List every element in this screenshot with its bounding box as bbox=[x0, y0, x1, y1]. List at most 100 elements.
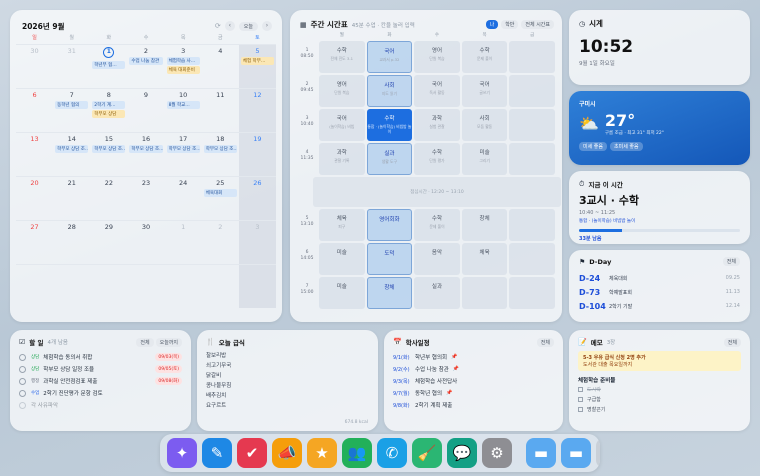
timetable-cell[interactable]: 국어 독서 활동 bbox=[414, 75, 460, 107]
timetable-cell[interactable]: 수학 문제 풀이 bbox=[414, 209, 460, 241]
calendar-day[interactable]: 10 8월 학교… bbox=[164, 88, 202, 132]
calendar-event[interactable]: 동학년 협의 bbox=[55, 101, 89, 109]
todo-item[interactable]: 각 사유파악 bbox=[19, 399, 182, 411]
timetable-cell[interactable]: 수학 통합 · (놀이학습) 비빔밥 놀이 bbox=[366, 109, 413, 141]
calendar-day[interactable]: 1 bbox=[164, 220, 202, 264]
memo-check-item[interactable]: 구급함 bbox=[578, 394, 741, 404]
calendar-day[interactable]: 3 bbox=[238, 220, 276, 264]
calendar-day[interactable]: 1 학년부 협… bbox=[90, 44, 128, 88]
calendar-event[interactable]: 체험학습 사… bbox=[166, 57, 200, 65]
calendar-event[interactable]: 체육 대회준비 bbox=[166, 66, 200, 74]
timetable-cell[interactable]: 음악 bbox=[414, 243, 460, 275]
calendar-day[interactable]: 24 bbox=[164, 176, 202, 220]
timetable-cell[interactable]: 국어 교과서 p.32 bbox=[366, 41, 413, 73]
calendar-day[interactable]: 8 2학기 계… 학부모 상담 bbox=[90, 88, 128, 132]
prev-month-button[interactable]: ‹ bbox=[224, 21, 235, 31]
timetable-cell[interactable]: 미술 bbox=[319, 243, 365, 275]
calendar-day[interactable]: 18 학부모 상담 조… bbox=[201, 132, 239, 176]
people-icon[interactable]: 👥 bbox=[342, 438, 372, 468]
calendar-event[interactable]: 수업 나눔 참관 bbox=[129, 57, 163, 65]
calendar-event[interactable]: 체육대회 bbox=[203, 189, 237, 197]
schedule-item[interactable]: 9/8(화) 2학기 계획 제출 bbox=[393, 399, 554, 411]
calendar-event[interactable]: 학부모 상담 조… bbox=[203, 145, 237, 153]
timetable-cell[interactable] bbox=[509, 75, 555, 107]
pen-icon[interactable]: ✎ bbox=[202, 438, 232, 468]
schedule-all-button[interactable]: 전체 bbox=[536, 337, 554, 347]
timetable-cell[interactable]: 미술 그리기 bbox=[461, 143, 508, 175]
calendar-day[interactable]: 7 동학년 협의 bbox=[53, 88, 91, 132]
calendar-day[interactable]: 20 bbox=[16, 176, 54, 220]
checkbox[interactable] bbox=[19, 365, 26, 373]
calendar-day[interactable]: 30 bbox=[16, 44, 54, 88]
calendar-day[interactable]: 21 bbox=[53, 176, 91, 220]
calendar-day[interactable]: 15 학부모 상담 조… bbox=[90, 132, 128, 176]
star-icon[interactable]: ★ bbox=[307, 438, 337, 468]
checkbox[interactable] bbox=[578, 396, 583, 402]
calendar-day[interactable]: 26 bbox=[238, 176, 276, 220]
trash-icon[interactable]: 🗑 bbox=[596, 438, 600, 468]
checkbox[interactable] bbox=[19, 377, 26, 385]
calendar-day[interactable]: 3 체험학습 사… 체육 대회준비 bbox=[164, 44, 202, 88]
timetable-cell[interactable]: 수학 문제 풀이 bbox=[461, 41, 508, 73]
timetable-cell[interactable]: 도덕 bbox=[366, 243, 413, 275]
todo-tab-due[interactable]: 오늘까지 bbox=[155, 337, 182, 347]
todo-item[interactable]: 상담 체험학습 동의서 취합 09/03(목) bbox=[19, 351, 182, 363]
timetable-cell[interactable]: 영어회화 bbox=[366, 209, 413, 241]
todo-tab-all[interactable]: 전체 bbox=[136, 337, 154, 347]
timetable-cell[interactable] bbox=[509, 41, 555, 73]
calendar-day[interactable] bbox=[238, 264, 276, 308]
dday-item[interactable]: D-73 학예발표회 11.13 bbox=[579, 285, 740, 299]
calendar-day[interactable] bbox=[90, 264, 128, 308]
megaphone-icon[interactable]: 📣 bbox=[272, 438, 302, 468]
calendar-event[interactable]: 체험 학부… bbox=[240, 57, 274, 65]
folder-icon[interactable]: ▬ bbox=[561, 438, 591, 468]
calendar-day[interactable]: 4 bbox=[201, 44, 239, 88]
timetable-cell[interactable]: 체육 bbox=[461, 243, 508, 275]
toggle-me[interactable]: 나 bbox=[485, 20, 499, 29]
calendar-event[interactable]: 8월 학교… bbox=[166, 101, 200, 109]
schedule-item[interactable]: 9/7(월) 동학년 협의 📌 bbox=[393, 387, 554, 399]
timetable-cell[interactable]: 사회 모둠 활동 bbox=[461, 109, 508, 141]
timetable-cell[interactable]: 창체 bbox=[366, 277, 413, 309]
calendar-day[interactable]: 11 bbox=[201, 88, 239, 132]
calendar-day[interactable]: 12 bbox=[238, 88, 276, 132]
calendar-day[interactable] bbox=[127, 264, 165, 308]
calendar-day[interactable]: 28 bbox=[53, 220, 91, 264]
calendar-day[interactable] bbox=[164, 264, 202, 308]
timetable-cell[interactable]: 미술 bbox=[319, 277, 365, 309]
timetable-cell[interactable]: 영어 단원 복습 bbox=[414, 41, 460, 73]
timetable-cell[interactable]: 실과 bbox=[414, 277, 460, 309]
memo-note[interactable]: 5-3 우유 급식 신청 2명 추가 도서관 대출 목요일까지 bbox=[578, 351, 741, 371]
timetable-cell[interactable]: 수학 전체 진도 3-1 bbox=[319, 41, 365, 73]
timetable-cell[interactable]: 수학 단원 평가 bbox=[414, 143, 460, 175]
calendar-day[interactable]: 31 bbox=[53, 44, 91, 88]
dday-item[interactable]: D-104 2학기 기말 12.14 bbox=[579, 299, 740, 313]
calendar-event[interactable]: 2학기 계… bbox=[92, 101, 126, 109]
timetable-cell[interactable] bbox=[509, 209, 555, 241]
timetable-cell[interactable] bbox=[509, 243, 555, 275]
timetable-cell[interactable]: 국어 (놀이학습) 비빔 bbox=[319, 109, 365, 141]
calendar-day[interactable] bbox=[53, 264, 91, 308]
calendar-day[interactable]: 17 학부모 상담 조… bbox=[164, 132, 202, 176]
timetable-cell[interactable]: 영어 단원 복습 bbox=[319, 75, 365, 107]
calendar-event[interactable]: 학부모 상담 조… bbox=[166, 145, 200, 153]
calendar-day[interactable]: 13 bbox=[16, 132, 54, 176]
calendar-event[interactable]: 학부모 상담 조… bbox=[55, 145, 89, 153]
timetable-cell[interactable]: 실과 생활 도구 bbox=[366, 143, 413, 175]
timetable-cell[interactable]: 과학 관찰 기록 bbox=[319, 143, 365, 175]
checkbox[interactable] bbox=[578, 386, 583, 392]
calendar-day[interactable]: 29 bbox=[90, 220, 128, 264]
todo-item[interactable]: 행정 과학실 안전점검표 제출 09/08(화) bbox=[19, 375, 182, 387]
checkbox[interactable] bbox=[19, 353, 26, 361]
timetable-cell[interactable]: 창체 bbox=[461, 209, 508, 241]
calendar-day[interactable]: 14 학부모 상담 조… bbox=[53, 132, 91, 176]
timetable-cell[interactable] bbox=[509, 277, 555, 309]
today-button[interactable]: 오늘 bbox=[238, 21, 258, 31]
calendar-day[interactable]: 22 bbox=[90, 176, 128, 220]
timetable-cell[interactable]: 체육 피구 bbox=[319, 209, 365, 241]
schedule-item[interactable]: 9/3(목) 체험학습 사전답사 bbox=[393, 375, 554, 387]
phone-icon[interactable]: ✆ bbox=[377, 438, 407, 468]
calendar-day[interactable]: 16 학부모 상담 조… bbox=[127, 132, 165, 176]
calendar-event[interactable]: 학년부 협… bbox=[92, 61, 126, 69]
schedule-item[interactable]: 9/1(화) 학년부 협의회 📌 bbox=[393, 351, 554, 363]
